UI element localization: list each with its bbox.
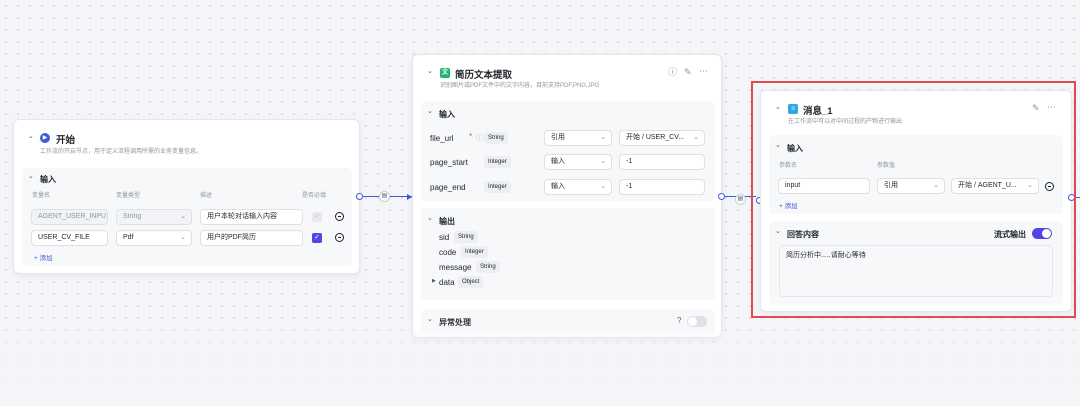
document-scan-icon: 文 <box>440 68 450 78</box>
node-description: 识别图片或PDF文件中的文字内容，目前支持PDF,PNG,JPG <box>440 83 600 89</box>
param-name: file_url <box>430 134 454 143</box>
section-title: 异常处理 <box>439 318 471 327</box>
variable-name-field[interactable]: USER_CV_FILE <box>31 230 108 246</box>
node-title: 开始 <box>56 135 76 146</box>
type-tag: Integer <box>484 156 511 168</box>
collapse-chevron-icon[interactable]: ⌄ <box>427 67 433 75</box>
mode-select[interactable]: 引用 ⌄ <box>544 130 612 146</box>
node-title: 简历文本提取 <box>455 70 513 81</box>
output-port[interactable] <box>718 193 725 200</box>
output-name: message <box>439 263 472 272</box>
mode-select[interactable]: 输入 ⌄ <box>544 179 612 195</box>
collapse-chevron-icon[interactable]: ⌄ <box>28 132 34 140</box>
input-section: ⌄ 输入 file_url * ⓘ String 引用 ⌄ 开始 / USER_C… <box>421 101 715 201</box>
chevron-down-icon: ⌄ <box>693 134 699 141</box>
highlight-box <box>751 81 1076 318</box>
type-tag: Integer <box>484 181 511 193</box>
select-value: 输入 <box>551 158 565 165</box>
type-tag: String <box>454 231 478 243</box>
output-name: sid <box>439 233 450 242</box>
output-port[interactable] <box>356 193 363 200</box>
header-description: 描述 <box>200 193 213 199</box>
required-mark: * <box>469 132 473 141</box>
node-description: 工作流的开启节点，用于定义流程调用所需的业务变量信息。 <box>40 149 203 155</box>
type-tag: Integer <box>461 246 488 258</box>
section-title: 输入 <box>40 175 56 184</box>
expand-arrow-icon[interactable]: ▶ <box>432 278 436 284</box>
select-value: 输入 <box>551 183 565 190</box>
select-value: 开始 / USER_CV... <box>626 134 685 141</box>
reference-select[interactable]: 开始 / USER_CV... ⌄ <box>619 130 705 146</box>
chevron-down-icon: ⌄ <box>180 213 186 220</box>
exception-toggle[interactable] <box>687 316 707 327</box>
play-circle-icon: ▶ <box>40 133 50 143</box>
chevron-down-icon: ⌄ <box>600 183 606 190</box>
select-value: String <box>123 213 142 220</box>
variable-type-select[interactable]: Pdf ⌄ <box>116 230 192 246</box>
description-field[interactable]: 用户本轮对话输入内容 <box>200 209 303 225</box>
chevron-down-icon: ⌄ <box>600 158 606 165</box>
param-name: page_start <box>430 158 468 167</box>
add-variable-button[interactable]: + 添加 <box>34 252 53 262</box>
variable-type-select: String ⌄ <box>116 209 192 225</box>
param-name: page_end <box>430 183 466 192</box>
value-input[interactable]: -1 <box>619 154 705 170</box>
collapse-chevron-icon[interactable]: ⌄ <box>427 315 433 323</box>
header-required: 是否必填 <box>302 193 327 199</box>
info-icon[interactable]: ⓘ <box>668 67 677 77</box>
clipboard-icon[interactable]: ▤ <box>735 194 746 205</box>
edit-icon[interactable]: ✎ <box>684 67 692 77</box>
variable-name-field: AGENT_USER_INPU <box>31 209 108 225</box>
type-tag: Object <box>458 276 484 288</box>
exception-section: ⌄ 异常处理 ? <box>421 309 715 333</box>
description-field[interactable]: 用户的PDF简历 <box>200 230 303 246</box>
remove-row-icon[interactable] <box>335 212 344 221</box>
header-variable-type: 变量类型 <box>116 193 141 199</box>
chevron-down-icon: ⌄ <box>600 134 606 141</box>
collapse-chevron-icon[interactable]: ⌄ <box>28 172 34 180</box>
type-tag: String <box>476 261 500 273</box>
toggle-knob <box>688 317 697 326</box>
output-section: ⌄ 输出 sid String code Integer message Str… <box>421 208 715 300</box>
select-value: Pdf <box>123 234 134 241</box>
info-icon: ⓘ <box>476 135 483 142</box>
collapse-chevron-icon[interactable]: ⌄ <box>427 214 433 222</box>
required-checkbox[interactable]: ✓ <box>312 233 322 243</box>
start-node[interactable]: ⌄ ▶ 开始 工作流的开启节点，用于定义流程调用所需的业务变量信息。 ⌄ 输入 … <box>13 119 360 274</box>
input-section: ⌄ 输入 变量名 变量类型 描述 是否必填 AGENT_USER_INPU St… <box>22 168 352 266</box>
value-input[interactable]: -1 <box>619 179 705 195</box>
clipboard-icon[interactable]: ▤ <box>379 191 390 202</box>
text-extract-node[interactable]: ⌄ 文 简历文本提取 识别图片或PDF文件中的文字内容，目前支持PDF,PNG,… <box>412 54 722 338</box>
help-icon[interactable]: ? <box>677 316 681 325</box>
output-name: data <box>439 278 455 287</box>
section-title: 输出 <box>439 217 455 226</box>
mode-select[interactable]: 输入 ⌄ <box>544 154 612 170</box>
more-icon[interactable]: ⋯ <box>699 66 708 76</box>
output-name: code <box>439 248 457 257</box>
type-tag: String <box>484 132 508 144</box>
header-variable-name: 变量名 <box>32 193 51 199</box>
collapse-chevron-icon[interactable]: ⌄ <box>427 107 433 115</box>
remove-row-icon[interactable] <box>335 233 344 242</box>
section-title: 输入 <box>439 110 455 119</box>
select-value: 引用 <box>551 134 565 141</box>
chevron-down-icon: ⌄ <box>180 234 186 241</box>
required-checkbox: ✓ <box>312 212 322 222</box>
